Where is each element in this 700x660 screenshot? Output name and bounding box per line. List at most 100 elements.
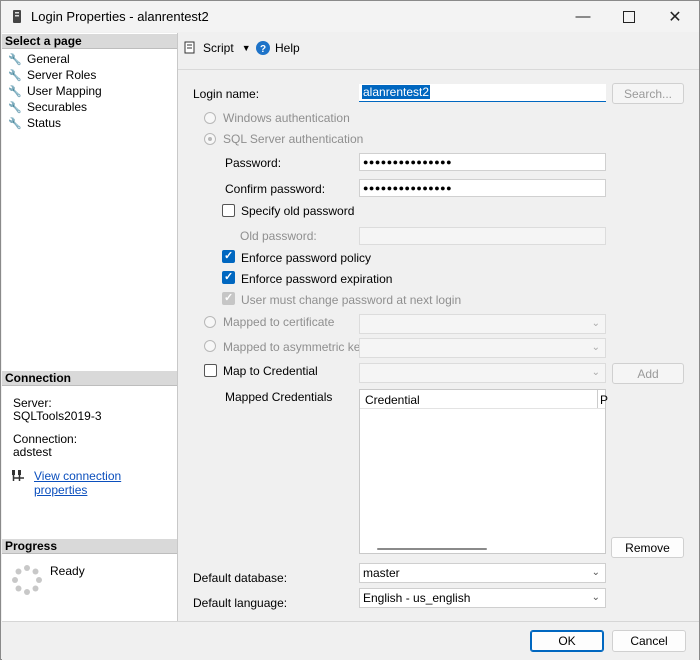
wrench-icon: 🔧: [8, 101, 22, 114]
mapped-certificate-radio[interactable]: [204, 316, 216, 328]
server-label: Server:: [13, 396, 52, 410]
old-password-label: Old password:: [240, 229, 317, 243]
chevron-down-icon: ⌄: [591, 567, 600, 578]
password-label: Password:: [225, 156, 282, 170]
wrench-icon: 🔧: [8, 53, 22, 66]
connection-label: Connection:: [13, 432, 78, 446]
page-status[interactable]: 🔧 Status: [8, 115, 61, 131]
page-server-roles[interactable]: 🔧 Server Roles: [8, 67, 96, 83]
help-label: Help: [275, 41, 300, 55]
wrench-icon: 🔧: [8, 69, 22, 82]
mapped-credentials-grid[interactable]: Credential P: [359, 389, 608, 554]
specify-old-password-checkbox[interactable]: [222, 204, 235, 217]
page-securables[interactable]: 🔧 Securables: [8, 99, 87, 115]
remove-button[interactable]: Remove: [611, 537, 684, 558]
page-user-mapping[interactable]: 🔧 User Mapping: [8, 83, 102, 99]
script-label: Script: [203, 41, 234, 55]
mapped-asymmetric-key-radio[interactable]: [204, 340, 216, 352]
search-button[interactable]: Search...: [612, 83, 684, 104]
toolbar: Script ▼ ? Help: [178, 35, 698, 63]
grid-header: Credential P: [360, 390, 608, 409]
windows-auth-radio[interactable]: [204, 112, 216, 124]
cancel-button[interactable]: Cancel: [612, 630, 686, 652]
confirm-password-input[interactable]: ●●●●●●●●●●●●●●●: [359, 179, 606, 197]
must-change-checkbox[interactable]: [222, 291, 235, 305]
map-credential-checkbox[interactable]: [204, 364, 217, 377]
default-database-select[interactable]: master ⌄: [359, 563, 606, 583]
sql-auth-radio[interactable]: [204, 133, 216, 145]
add-button[interactable]: Add: [612, 363, 684, 384]
mapped-credentials-label: Mapped Credentials: [225, 390, 333, 404]
chevron-down-icon: ⌄: [591, 592, 600, 603]
connection-value: adstest: [13, 445, 52, 459]
view-connection-properties-link[interactable]: View connection properties: [34, 469, 177, 497]
default-database-label: Default database:: [193, 571, 288, 585]
connection-header: Connection: [2, 371, 177, 386]
wrench-icon: 🔧: [8, 117, 22, 130]
windows-auth-label: Windows authentication: [223, 111, 350, 125]
enforce-expiration-checkbox[interactable]: [222, 270, 235, 284]
map-credential-label: Map to Credential: [223, 364, 318, 378]
connection-properties-icon: [12, 470, 24, 481]
password-input[interactable]: ●●●●●●●●●●●●●●●: [359, 153, 606, 171]
window-title: Login Properties - alanrentest2: [31, 9, 209, 24]
sql-auth-label: SQL Server authentication: [223, 132, 364, 146]
close-icon: ✕: [668, 8, 682, 26]
enforce-policy-label: Enforce password policy: [241, 251, 372, 265]
enforce-expiration-label: Enforce password expiration: [241, 272, 393, 286]
dropdown-arrow-icon: ▼: [241, 43, 251, 53]
chevron-down-icon: ⌄: [591, 367, 600, 378]
help-button[interactable]: ? Help: [256, 41, 300, 55]
script-button[interactable]: Script ▼: [184, 41, 251, 55]
default-language-value: English - us_english: [363, 591, 471, 605]
script-icon: [184, 41, 195, 54]
ok-button[interactable]: OK: [530, 630, 604, 652]
must-change-label: User must change password at next login: [241, 293, 462, 307]
mapped-certificate-label: Mapped to certificate: [223, 315, 335, 329]
login-name-value: alanrentest2: [362, 85, 431, 99]
asymmetric-key-select[interactable]: ⌄: [359, 338, 606, 358]
svg-text:?: ?: [260, 44, 266, 55]
help-icon: ?: [256, 41, 270, 55]
server-value: SQLTools2019-3: [13, 409, 102, 423]
certificate-select[interactable]: ⌄: [359, 314, 606, 334]
title-bar: Login Properties - alanrentest2 — ✕: [1, 1, 699, 32]
enforce-policy-checkbox[interactable]: [222, 249, 235, 263]
column-divider: [597, 390, 598, 408]
default-database-value: master: [363, 566, 400, 580]
wrench-icon: 🔧: [8, 85, 22, 98]
server-icon: [13, 10, 21, 23]
maximize-icon: [623, 10, 635, 23]
progress-spinner-icon: [12, 565, 42, 595]
default-language-label: Default language:: [193, 596, 288, 610]
horizontal-scrollbar[interactable]: [377, 548, 487, 550]
page-general[interactable]: 🔧 General: [8, 51, 70, 67]
close-button[interactable]: ✕: [652, 1, 698, 32]
page-label: Server Roles: [27, 68, 97, 82]
login-name-label: Login name:: [193, 87, 260, 101]
minimize-icon: —: [575, 8, 591, 25]
page-label: User Mapping: [27, 84, 102, 98]
maximize-button[interactable]: [606, 1, 652, 32]
page-label: Status: [27, 116, 62, 130]
confirm-password-label: Confirm password:: [225, 182, 326, 196]
login-properties-window: Login Properties - alanrentest2 — ✕ Sele…: [0, 0, 700, 660]
credential-column-header[interactable]: Credential: [365, 393, 420, 407]
provider-column-header[interactable]: P: [600, 393, 608, 407]
progress-header: Progress: [2, 539, 177, 554]
default-language-select[interactable]: English - us_english ⌄: [359, 588, 606, 608]
specify-old-password-label: Specify old password: [241, 204, 355, 218]
old-password-input[interactable]: [359, 227, 606, 245]
minimize-button[interactable]: —: [560, 1, 606, 32]
chevron-down-icon: ⌄: [591, 342, 600, 353]
left-pane: Select a page 🔧 General 🔧 Server Roles 🔧…: [2, 33, 178, 621]
progress-status: Ready: [50, 564, 85, 578]
general-page: Login name: alanrentest2 Search... Windo…: [178, 69, 699, 622]
credential-select[interactable]: ⌄: [359, 363, 606, 383]
dialog-footer: OK Cancel: [2, 621, 699, 660]
chevron-down-icon: ⌄: [591, 318, 600, 329]
mapped-asymmetric-key-label: Mapped to asymmetric key: [223, 340, 367, 354]
select-page-header: Select a page: [2, 34, 177, 49]
page-label: Securables: [27, 100, 88, 114]
login-name-input[interactable]: alanrentest2: [359, 84, 606, 102]
